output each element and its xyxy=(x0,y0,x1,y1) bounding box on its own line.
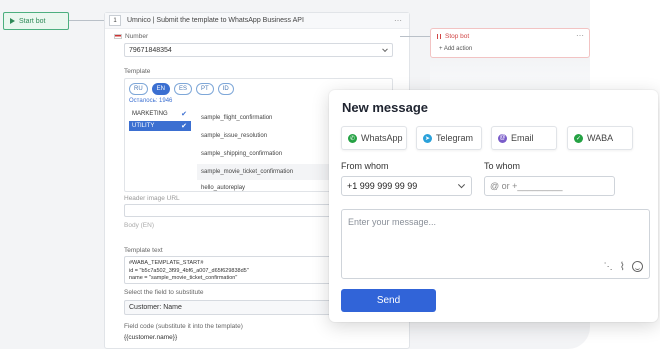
flag-icon xyxy=(114,33,122,39)
substitute-value: Customer: Name xyxy=(129,304,182,311)
to-input[interactable]: @ or +_________ xyxy=(484,176,615,196)
node-title: Umnico | Submit the template to WhatsApp… xyxy=(127,17,304,24)
pause-icon xyxy=(437,34,441,39)
from-label: From whom xyxy=(341,161,389,171)
lang-pill-pt[interactable]: PT xyxy=(196,83,214,95)
lang-pill-es[interactable]: ES xyxy=(174,83,193,95)
substitute-label: Select the field to substitute xyxy=(124,289,204,296)
start-bot-label: Start bot xyxy=(19,17,46,25)
send-button[interactable]: Send xyxy=(341,289,436,312)
node-menu-icon[interactable]: ⋯ xyxy=(394,16,403,25)
node-menu-icon[interactable]: ⋯ xyxy=(576,31,584,40)
resize-handle-icon[interactable]: ⋱ xyxy=(604,261,613,272)
whatsapp-icon: ✆ xyxy=(348,133,357,143)
chevron-down-icon xyxy=(382,46,388,53)
telegram-icon: ➤ xyxy=(423,133,432,143)
number-label: Number xyxy=(114,33,148,40)
template-item-selected[interactable]: sample_movie_ticket_confirmation xyxy=(197,164,337,180)
template-item[interactable]: sample_shipping_confirmation xyxy=(197,146,337,162)
channel-email-button[interactable]: @ Email xyxy=(491,126,557,150)
channel-waba-button[interactable]: ✓ WABA xyxy=(567,126,633,150)
remaining-count: Осталось: 1946 xyxy=(129,98,173,104)
template-item[interactable]: sample_issue_resolution xyxy=(197,128,337,144)
message-input[interactable]: Enter your message... ⋱ ⌇ xyxy=(341,209,650,279)
dialog-title: New message xyxy=(342,100,428,115)
play-icon xyxy=(10,18,15,24)
email-icon: @ xyxy=(498,133,507,143)
from-select[interactable]: +1 999 999 99 99 xyxy=(341,176,472,196)
connector-line xyxy=(69,20,104,21)
from-value: +1 999 999 99 99 xyxy=(347,181,418,191)
lang-pill-ru[interactable]: RU xyxy=(129,83,148,95)
add-action-button[interactable]: + Add action xyxy=(439,46,472,52)
node-number: 1 xyxy=(109,15,121,26)
check-icon: ✔ xyxy=(181,111,187,118)
category-marketing[interactable]: MARKETING ✔ xyxy=(129,109,191,119)
waba-icon: ✓ xyxy=(574,133,583,143)
category-utility[interactable]: UTILITY ✔ xyxy=(129,121,191,131)
language-pills: RU EN ES PT ID xyxy=(129,83,234,95)
lang-pill-en[interactable]: EN xyxy=(151,83,171,95)
lang-pill-id[interactable]: ID xyxy=(217,83,234,95)
to-label: To whom xyxy=(484,161,521,171)
new-message-dialog: New message ✆ WhatsApp ➤ Telegram @ Emai… xyxy=(329,90,658,322)
connector-line xyxy=(400,36,430,37)
template-item[interactable]: sample_flight_confirmation xyxy=(197,110,337,126)
field-code-label: Field code (substitute it into the templ… xyxy=(124,323,243,330)
emoji-icon[interactable] xyxy=(632,261,643,272)
channel-whatsapp-button[interactable]: ✆ WhatsApp xyxy=(341,126,407,150)
header-image-label: Header image URL xyxy=(124,195,180,202)
number-value: 79671848354 xyxy=(129,46,172,54)
message-tools: ⋱ ⌇ xyxy=(604,260,643,273)
paperclip-icon[interactable]: ⌇ xyxy=(620,260,625,273)
check-icon: ✔ xyxy=(181,123,187,130)
node-header[interactable]: 1 Umnico | Submit the template to WhatsA… xyxy=(105,13,409,29)
message-placeholder: Enter your message... xyxy=(348,217,437,227)
stop-bot-title: Stop bot xyxy=(437,33,469,40)
chevron-down-icon xyxy=(457,181,466,189)
field-code-value: {{customer.name}} xyxy=(124,334,178,341)
number-select[interactable]: 79671848354 xyxy=(124,43,393,57)
template-label: Template xyxy=(124,68,151,75)
template-text-label: Template text xyxy=(124,247,163,254)
template-item[interactable]: hello_autoreplay xyxy=(197,182,337,193)
body-label: Body (EN) xyxy=(124,222,154,229)
stop-bot-node[interactable]: Stop bot + Add action ⋯ xyxy=(430,28,590,58)
channel-telegram-button[interactable]: ➤ Telegram xyxy=(416,126,482,150)
start-bot-node[interactable]: Start bot xyxy=(3,12,69,30)
